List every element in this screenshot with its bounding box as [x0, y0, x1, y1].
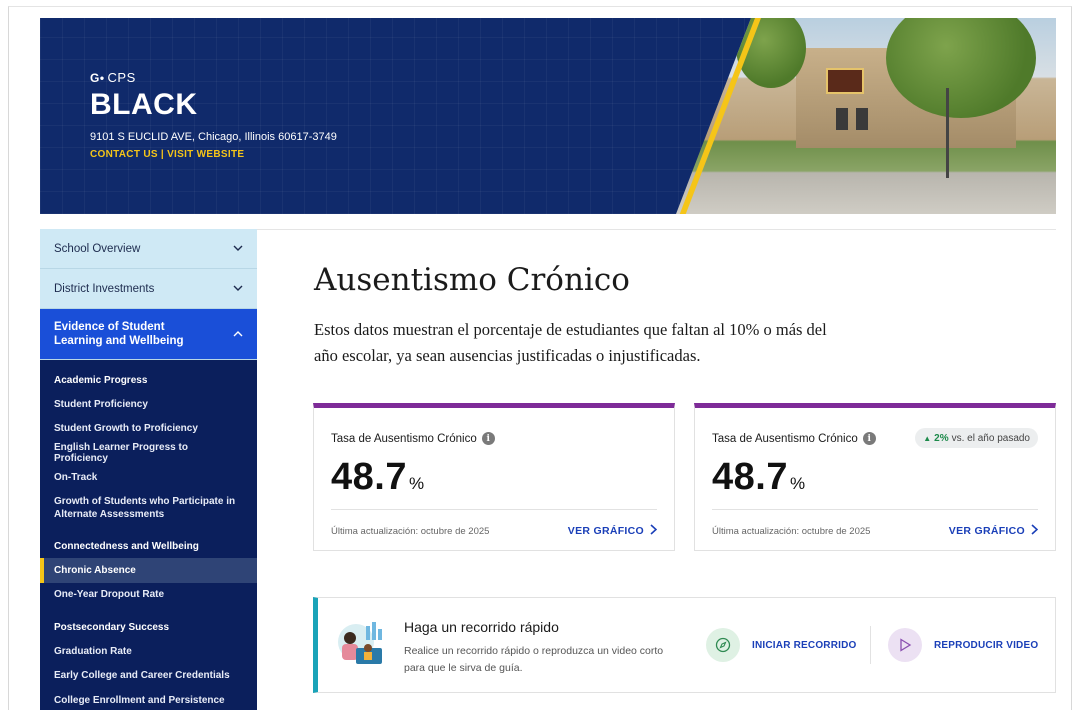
metric-value: 48.7% [712, 456, 806, 499]
sidebar-item-on-track[interactable]: On-Track [54, 466, 243, 491]
metric-card-comparison: Tasa de Ausentismo Crónico i ▲ 2% vs. el… [694, 403, 1056, 551]
year-change-badge: ▲ 2% vs. el año pasado [915, 428, 1038, 448]
metric-label: Tasa de Ausentismo Crónico i [331, 432, 495, 445]
view-chart-link[interactable]: VER GRÁFICO [948, 524, 1039, 538]
content-divider [257, 229, 1056, 230]
metric-card: Tasa de Ausentismo Crónico i 48.7% Últim… [313, 403, 675, 551]
play-icon [888, 628, 922, 662]
metric-unit: % [408, 474, 425, 493]
tour-separator [870, 626, 871, 664]
visit-website-link[interactable]: VISIT WEBSITE [167, 149, 244, 160]
sidebar-group-postsecondary: Postsecondary Success Graduation Rate Ea… [40, 615, 257, 710]
last-updated: Última actualización: octubre de 2025 [331, 526, 490, 537]
photo-window [836, 108, 848, 130]
link-separator: | [157, 149, 168, 160]
accordion-label: Evidence of Student Learning and Wellbei… [54, 321, 184, 347]
sidebar-heading: Connectedness and Wellbeing [54, 540, 199, 552]
cps-logo[interactable]: G• CPS [90, 70, 136, 85]
cps-logo-text: CPS [107, 70, 136, 85]
school-address: 9101 S EUCLID AVE, Chicago, Illinois 606… [90, 131, 337, 143]
sidebar-accordion-evidence-learning[interactable]: Evidence of Student Learning and Wellbei… [40, 309, 257, 360]
sidebar-group-academic: Academic Progress Student Proficiency St… [40, 368, 257, 526]
compass-icon [706, 628, 740, 662]
accordion-label: District Investments [54, 282, 155, 295]
delta-value: 2% [934, 432, 949, 444]
sidebar-item-student-growth[interactable]: Student Growth to Proficiency [54, 417, 243, 442]
sidebar-accordion-school-overview[interactable]: School Overview [40, 229, 257, 269]
play-video-label: REPRODUCIR VIDEO [934, 639, 1039, 651]
sidebar-item-chronic-absence[interactable]: Chronic Absence [40, 558, 257, 583]
metric-number: 48.7 [331, 456, 407, 498]
sidebar-heading: Academic Progress [54, 374, 148, 386]
card-divider [712, 509, 1038, 510]
tour-illustration-icon [336, 620, 392, 670]
info-icon[interactable]: i [481, 432, 495, 445]
photo-school-sign [826, 68, 864, 94]
metric-label-text: Tasa de Ausentismo Crónico [712, 432, 858, 445]
quick-tour-panel: Haga un recorrido rápido Realice un reco… [313, 597, 1056, 693]
metric-label-text: Tasa de Ausentismo Crónico [331, 432, 477, 445]
sidebar-item-english-learner[interactable]: English Learner Progress to Proficiency [54, 441, 243, 466]
cps-logo-icon: G• [90, 70, 105, 85]
sidebar-group-connectedness: Connectedness and Wellbeing Chronic Abse… [40, 534, 257, 607]
view-chart-label: VER GRÁFICO [567, 525, 644, 537]
metric-label: Tasa de Ausentismo Crónico i [712, 432, 876, 445]
sidebar-heading: Postsecondary Success [54, 621, 170, 633]
page-title: Ausentismo Crónico [314, 262, 630, 298]
school-header-banner: G• CPS BLACK 9101 S EUCLID AVE, Chicago,… [40, 18, 1056, 214]
chevron-down-icon [233, 243, 243, 254]
metric-value: 48.7% [331, 456, 425, 499]
school-name: BLACK [90, 88, 198, 121]
sidebar-item-alternate-assessments[interactable]: Growth of Students who Participate in Al… [54, 490, 243, 526]
sidebar-item-college-enrollment[interactable]: College Enrollment and Persistence [54, 688, 243, 710]
metric-number: 48.7 [712, 456, 788, 498]
photo-window [856, 108, 868, 130]
sidebar-nav: School Overview District Investments Evi… [40, 229, 257, 710]
start-tour-label: INICIAR RECORRIDO [752, 639, 857, 651]
contact-us-link[interactable]: CONTACT US [90, 149, 158, 160]
accordion-label: School Overview [54, 242, 141, 255]
metric-unit: % [789, 474, 806, 493]
sidebar-item-dropout-rate[interactable]: One-Year Dropout Rate [54, 583, 243, 608]
chevron-down-icon [233, 283, 243, 294]
view-chart-label: VER GRÁFICO [948, 525, 1025, 537]
photo-sign-pole [946, 88, 949, 178]
sidebar-accordion-district-investments[interactable]: District Investments [40, 269, 257, 309]
sidebar-item-student-proficiency[interactable]: Student Proficiency [54, 392, 243, 417]
chevron-right-icon [650, 524, 658, 538]
view-chart-link[interactable]: VER GRÁFICO [567, 524, 658, 538]
page-description: Estos datos muestran el porcentaje de es… [314, 320, 827, 365]
play-video-button[interactable]: REPRODUCIR VIDEO [888, 628, 1038, 662]
tour-description: Realice un recorrido rápido o reproduzca… [404, 645, 664, 674]
last-updated: Última actualización: octubre de 2025 [712, 526, 871, 537]
start-tour-button[interactable]: INICIAR RECORRIDO [706, 628, 857, 662]
tour-title: Haga un recorrido rápido [404, 619, 559, 635]
chevron-right-icon [1031, 524, 1039, 538]
chevron-up-icon [233, 329, 243, 340]
card-divider [331, 509, 657, 510]
arrow-up-icon: ▲ [923, 433, 932, 443]
delta-text: vs. el año pasado [951, 432, 1030, 444]
sidebar-item-graduation-rate[interactable]: Graduation Rate [54, 639, 243, 664]
info-icon[interactable]: i [862, 432, 876, 445]
school-links: CONTACT US | VISIT WEBSITE [90, 149, 244, 160]
sidebar-item-college-credentials[interactable]: Early College and Career Credentials [54, 664, 243, 689]
